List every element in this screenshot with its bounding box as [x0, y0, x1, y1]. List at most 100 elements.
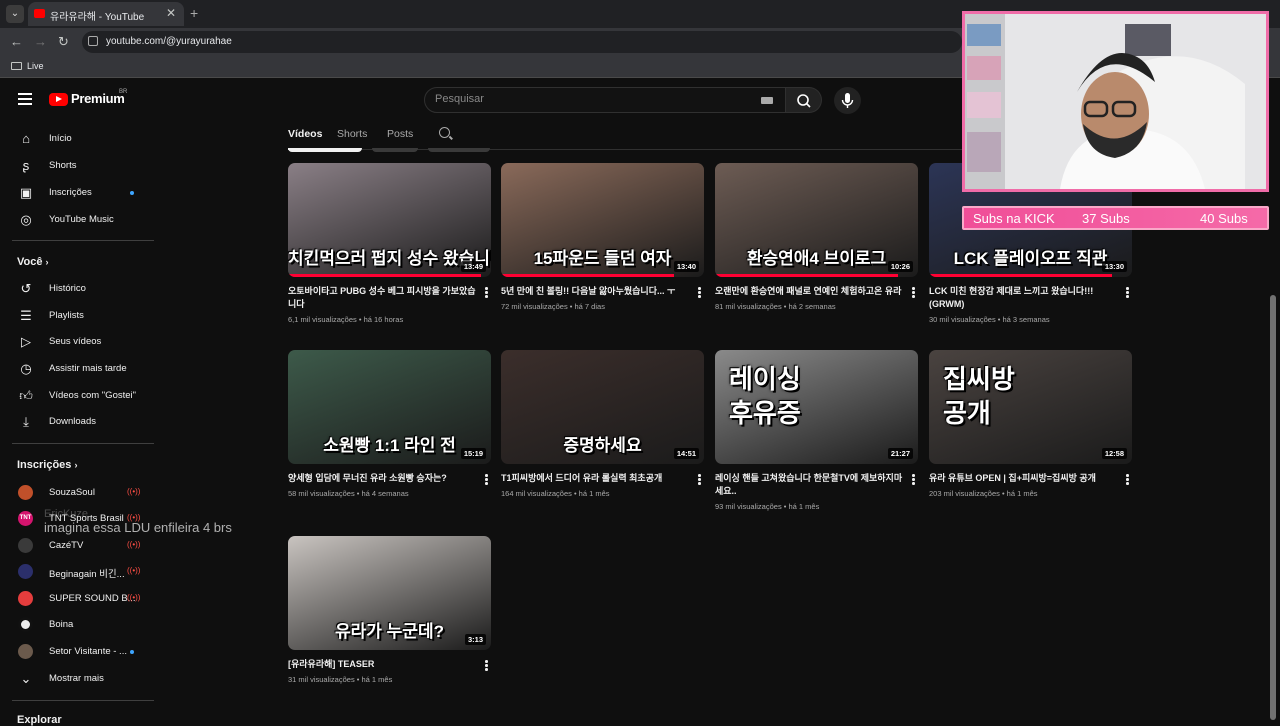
- avatar: TNT: [18, 511, 33, 526]
- subscription-super-sound[interactable]: SUPER SOUND B... ((•)): [0, 586, 160, 612]
- video-card[interactable]: 유라가 누군데? 3:13 [유라유라해] TEASER 31 mil visuali…: [288, 536, 491, 684]
- more-options-icon[interactable]: [485, 474, 488, 485]
- sidebar-item-your-videos[interactable]: ▷ Seus vídeos: [0, 329, 160, 355]
- subscription-setor-visitante[interactable]: Setor Visitante - ...: [0, 639, 160, 665]
- bookmark-live[interactable]: Live: [27, 61, 44, 71]
- more-options-icon[interactable]: [485, 660, 488, 671]
- more-options-icon[interactable]: [912, 474, 915, 485]
- more-options-icon[interactable]: [485, 287, 488, 298]
- video-thumbnail[interactable]: 레이싱 후유증 21:27: [715, 350, 918, 464]
- video-views: 93 mil visualizações: [715, 502, 782, 511]
- subscription-beginagain[interactable]: Beginagain 비긴... ((•)): [0, 559, 160, 585]
- video-title[interactable]: 오랜만에 환승연애 패널로 연예인 체험하고온 유라: [715, 285, 905, 298]
- video-thumbnail[interactable]: 치킨먹으러 펍지 성수 왔습니다 13:49: [288, 163, 491, 277]
- you-section-heading[interactable]: Você ›: [17, 256, 49, 268]
- tab-videos[interactable]: Vídeos: [288, 128, 322, 140]
- video-title[interactable]: [유라유라해] TEASER: [288, 658, 478, 671]
- show-more-button[interactable]: ⌄ Mostrar mais: [0, 666, 160, 692]
- home-icon: ⌂: [22, 131, 30, 146]
- watch-progress-bar: [929, 274, 1112, 277]
- video-title[interactable]: 레이싱 핸들 고쳐왔습니다 한문철TV에 제보하지마세요..: [715, 472, 905, 498]
- subs-count: 37 Subs: [1082, 211, 1130, 226]
- keyboard-icon[interactable]: [761, 97, 773, 104]
- tab-posts[interactable]: Posts: [387, 128, 413, 140]
- music-icon: ◎: [20, 212, 32, 227]
- watch-progress-bar: [501, 274, 674, 277]
- sidebar-item-playlists[interactable]: ☰ Playlists: [0, 303, 160, 329]
- video-card[interactable]: 환승연애4 브이로그 10:26 오랜만에 환승연애 패널로 연예인 체험하고온 유…: [715, 163, 918, 311]
- video-thumbnail[interactable]: 집씨방 공개 12:58: [929, 350, 1132, 464]
- playlists-icon: ☰: [20, 308, 32, 323]
- voice-search-button[interactable]: [834, 87, 861, 114]
- more-options-icon[interactable]: [1126, 287, 1129, 298]
- webcam-image: [965, 14, 1266, 189]
- omnibox[interactable]: youtube.com/@yurayurahae: [82, 31, 962, 53]
- filter-chip-popular[interactable]: [372, 148, 418, 152]
- browser-tab[interactable]: 유라유라해 - YouTube ✕: [28, 2, 184, 26]
- sidebar-item-liked-videos[interactable]: 👍︎ Vídeos com "Gostei": [0, 383, 160, 409]
- avatar: [18, 538, 33, 553]
- video-thumbnail[interactable]: 환승연애4 브이로그 10:26: [715, 163, 918, 277]
- tab-search-icon[interactable]: ⌄: [6, 5, 24, 23]
- sidebar-item-downloads[interactable]: ⤓ Downloads: [0, 409, 160, 435]
- video-title[interactable]: 유라 유튜브 OPEN | 집+피씨방=집씨방 공개: [929, 472, 1119, 485]
- more-options-icon[interactable]: [1126, 474, 1129, 485]
- thumbnail-caption: 집씨방 공개: [943, 364, 1015, 428]
- sidebar-item-history[interactable]: ↺ Histórico: [0, 276, 160, 302]
- filter-chip-oldest[interactable]: [428, 148, 490, 152]
- forward-icon[interactable]: →: [34, 34, 47, 49]
- video-card[interactable]: 증명하세요 14:51 T1피씨방에서 드디어 유라 롤실력 최초공개 164 mil…: [501, 350, 704, 498]
- video-meta: 203 mil visualizações • há 1 mês: [929, 489, 1038, 498]
- sidebar-item-youtube-music[interactable]: ◎ YouTube Music: [0, 207, 160, 233]
- new-content-dot: [130, 191, 134, 195]
- channel-search-icon[interactable]: [439, 127, 450, 138]
- more-options-icon[interactable]: [698, 474, 701, 485]
- video-meta: 58 mil visualizações • há 4 semanas: [288, 489, 409, 498]
- video-title[interactable]: 오토바이타고 PUBG 성수 베그 피시방을 가보았습니다: [288, 285, 478, 311]
- sidebar-item-watch-later[interactable]: ◷ Assistir mais tarde: [0, 356, 160, 382]
- explore-section-heading: Explorar: [17, 714, 62, 726]
- video-card[interactable]: 15파운드 들던 여자 13:40 5년 만에 친 볼링!! 다음날 앓아누웠습니다…: [501, 163, 704, 311]
- sidebar-item-shorts[interactable]: ʂ Shorts: [0, 153, 160, 179]
- search-box[interactable]: [424, 87, 786, 113]
- subs-goal: 40 Subs: [1200, 211, 1248, 226]
- video-thumbnail[interactable]: 소원빵 1:1 라인 전 15:19: [288, 350, 491, 464]
- video-title[interactable]: T1피씨방에서 드디어 유라 롤실력 최초공개: [501, 472, 691, 485]
- kick-subs-goal-bar: Subs na KICK 37 Subs 40 Subs: [962, 206, 1269, 230]
- tab-shorts[interactable]: Shorts: [337, 128, 367, 140]
- more-options-icon[interactable]: [698, 287, 701, 298]
- back-icon[interactable]: ←: [10, 34, 23, 49]
- you-heading-label: Você: [17, 256, 43, 268]
- menu-icon[interactable]: [18, 93, 32, 105]
- filter-chip-latest[interactable]: [288, 148, 362, 152]
- sidebar-divider: [12, 443, 154, 444]
- video-card[interactable]: 레이싱 후유증 21:27 레이싱 핸들 고쳐왔습니다 한문철TV에 제보하지마세요…: [715, 350, 918, 511]
- video-card[interactable]: 치킨먹으러 펍지 성수 왔습니다 13:49 오토바이타고 PUBG 성수 베그 피…: [288, 163, 491, 324]
- site-info-icon[interactable]: [88, 36, 98, 46]
- reload-icon[interactable]: ↻: [58, 34, 69, 50]
- video-age: há 1 mês: [578, 489, 610, 498]
- video-age: há 7 dias: [574, 302, 605, 311]
- subscription-souzasoul[interactable]: SouzaSoul ((•)): [0, 480, 160, 506]
- video-title[interactable]: 양세형 입담에 무너진 유라 소원빵 승자는?: [288, 472, 478, 485]
- tab-close-icon[interactable]: ✕: [166, 6, 176, 20]
- video-card[interactable]: 소원빵 1:1 라인 전 15:19 양세형 입담에 무너진 유라 소원빵 승자는?…: [288, 350, 491, 498]
- subscription-boina[interactable]: Boina: [0, 612, 160, 638]
- video-thumbnail[interactable]: 증명하세요 14:51: [501, 350, 704, 464]
- page-scrollbar[interactable]: [1270, 295, 1276, 720]
- video-thumbnail[interactable]: 유라가 누군데? 3:13: [288, 536, 491, 650]
- search-input[interactable]: [435, 93, 755, 105]
- sidebar-item-home[interactable]: ⌂ Início: [0, 126, 160, 152]
- video-thumbnail[interactable]: 15파운드 들던 여자 13:40: [501, 163, 704, 277]
- sidebar-item-label: Boina: [49, 619, 74, 630]
- watch-later-icon: ◷: [20, 361, 32, 376]
- more-options-icon[interactable]: [912, 287, 915, 298]
- new-tab-icon[interactable]: +: [190, 5, 198, 21]
- sidebar-item-subscriptions[interactable]: ▣ Inscrições: [0, 180, 160, 206]
- video-title[interactable]: LCK 미친 현장감 제대로 느끼고 왔습니다!!! (GRWM): [929, 285, 1119, 311]
- subscriptions-section-heading[interactable]: Inscrições ›: [17, 459, 77, 471]
- url-text[interactable]: youtube.com/@yurayurahae: [106, 36, 232, 47]
- video-card[interactable]: 집씨방 공개 12:58 유라 유튜브 OPEN | 집+피씨방=집씨방 공개 203…: [929, 350, 1132, 498]
- search-button[interactable]: [786, 87, 822, 113]
- video-title[interactable]: 5년 만에 친 볼링!! 다음날 앓아누웠습니다... ㅜ: [501, 285, 691, 298]
